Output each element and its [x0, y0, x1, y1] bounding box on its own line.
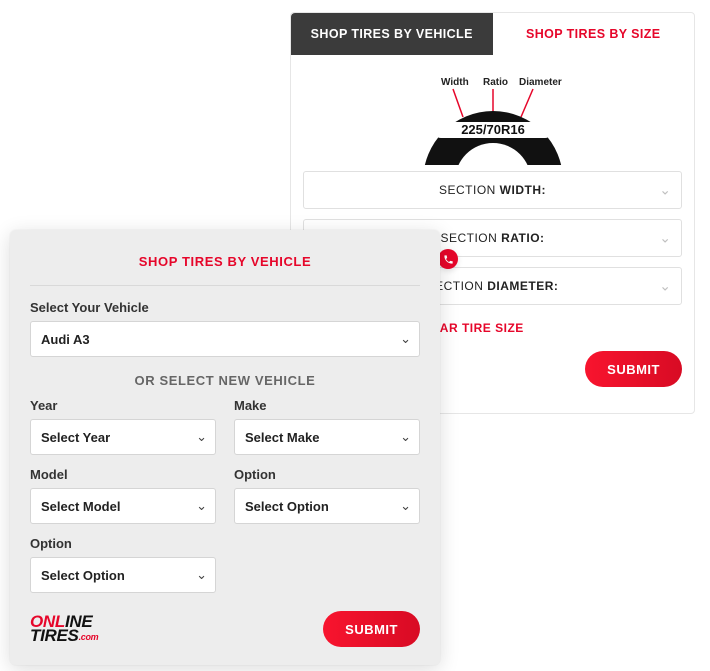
sub-header: OR SELECT NEW VEHICLE: [30, 373, 420, 388]
phone-icon[interactable]: [438, 249, 458, 269]
year-label: Year: [30, 398, 216, 413]
section-width-select[interactable]: SECTION WIDTH: ⌄: [303, 171, 682, 209]
shop-by-vehicle-panel: SHOP TIRES BY VEHICLE Select Your Vehicl…: [10, 230, 440, 665]
chevron-down-icon: ⌄: [659, 230, 671, 247]
tab-vehicle[interactable]: SHOP TIRES BY VEHICLE: [291, 13, 493, 55]
tire-label-diameter: Diameter: [519, 77, 562, 88]
model-label: Model: [30, 467, 216, 482]
tabs: SHOP TIRES BY VEHICLE SHOP TIRES BY SIZE: [291, 13, 694, 55]
tire-label-width: Width: [441, 77, 469, 88]
tire-icon: Width Ratio Diameter 225/70R16: [403, 71, 583, 165]
option1-select[interactable]: Select Option ⌄: [234, 488, 420, 524]
vehicle-select[interactable]: Audi A3 ⌄: [30, 321, 420, 357]
chevron-down-icon: ⌄: [659, 182, 671, 199]
vehicle-grid: Year Select Year ⌄ Make Select Make ⌄ Mo…: [30, 398, 420, 593]
option1-label: Option: [234, 467, 420, 482]
chevron-down-icon: ⌄: [196, 567, 207, 583]
model-select[interactable]: Select Model ⌄: [30, 488, 216, 524]
tab-size[interactable]: SHOP TIRES BY SIZE: [493, 13, 695, 55]
chevron-down-icon: ⌄: [196, 498, 207, 514]
make-select[interactable]: Select Make ⌄: [234, 419, 420, 455]
make-label: Make: [234, 398, 420, 413]
panel-title: SHOP TIRES BY VEHICLE: [30, 254, 420, 286]
submit-vehicle-button[interactable]: SUBMIT: [323, 611, 420, 647]
chevron-down-icon: ⌄: [659, 278, 671, 295]
select-vehicle-label: Select Your Vehicle: [30, 300, 420, 315]
chevron-down-icon: ⌄: [196, 429, 207, 445]
option2-select[interactable]: Select Option ⌄: [30, 557, 216, 593]
option2-label: Option: [30, 536, 216, 551]
tire-inscription: 225/70R16: [461, 122, 525, 137]
tire-graphic: Width Ratio Diameter 225/70R16: [291, 55, 694, 165]
tire-label-ratio: Ratio: [483, 77, 508, 88]
year-select[interactable]: Select Year ⌄: [30, 419, 216, 455]
chevron-down-icon: ⌄: [400, 331, 411, 347]
chevron-down-icon: ⌄: [400, 498, 411, 514]
onlinetires-logo: ONLINE TIRES.com: [30, 615, 98, 644]
chevron-down-icon: ⌄: [400, 429, 411, 445]
submit-size-button[interactable]: SUBMIT: [585, 351, 682, 387]
